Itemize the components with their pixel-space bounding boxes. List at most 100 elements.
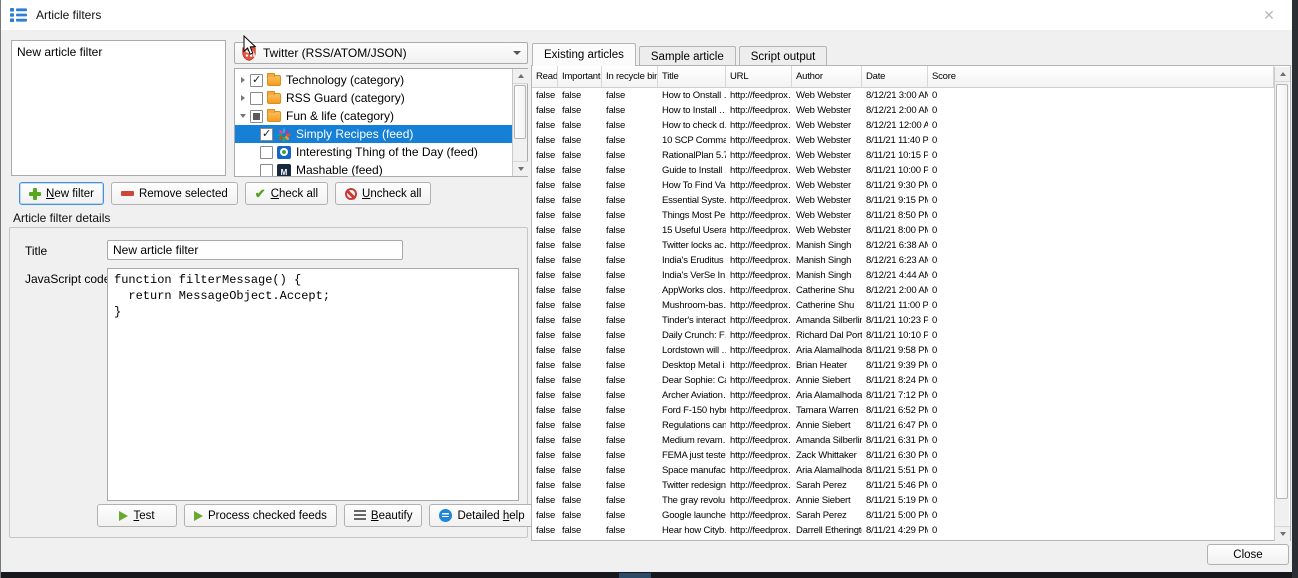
article-row[interactable]: falsefalsefalseHow to check d…http://fee… <box>532 118 1274 133</box>
scrollbar-thumb[interactable] <box>1276 84 1288 499</box>
article-row[interactable]: falsefalsefalseGoogle launche…http://fee… <box>532 508 1274 523</box>
column-header-in-recycle-bin[interactable]: In recycle bin <box>602 66 658 87</box>
column-header-url[interactable]: URL <box>726 66 792 87</box>
article-row[interactable]: falsefalsefalseMedium revam…http://feedp… <box>532 433 1274 448</box>
tree-scrollbar[interactable] <box>512 69 527 176</box>
cell-read: false <box>532 103 558 118</box>
article-row[interactable]: falsefalsefalseTwitter redesign…http://f… <box>532 478 1274 493</box>
cell-title: Twitter redesign… <box>658 478 726 493</box>
cell-important: false <box>558 208 602 223</box>
checkbox[interactable] <box>250 110 263 123</box>
new-filter-label: New filter <box>46 188 94 200</box>
checkbox[interactable] <box>250 74 263 87</box>
article-row[interactable]: falsefalsefalseFEMA just teste…http://fe… <box>532 448 1274 463</box>
scroll-up-icon[interactable] <box>1275 67 1290 82</box>
checkbox[interactable] <box>260 146 273 159</box>
checkbox[interactable] <box>250 92 263 105</box>
article-row[interactable]: falsefalsefalseThings Most Pe…http://fee… <box>532 208 1274 223</box>
table-scrollbar[interactable] <box>1274 67 1289 541</box>
scrollbar-thumb[interactable] <box>514 85 526 139</box>
expander-icon[interactable] <box>237 110 249 122</box>
js-code-editor[interactable]: function filterMessage() { return Messag… <box>107 268 519 501</box>
folder-icon <box>267 93 281 104</box>
expander-icon[interactable] <box>237 92 249 104</box>
cell-score: 0 <box>928 463 1274 478</box>
article-filters-icon <box>10 7 27 23</box>
article-row[interactable]: falsefalsefalseHow To Find Va…http://fee… <box>532 178 1274 193</box>
column-header-date[interactable]: Date <box>862 66 928 87</box>
tab-sample-article[interactable]: Sample article <box>639 46 736 66</box>
tree-item-fun-and-life[interactable]: Fun & life (category) <box>235 107 514 125</box>
close-button[interactable]: Close <box>1207 544 1289 565</box>
title-input[interactable] <box>107 240 403 260</box>
cell-author: Web Webster <box>792 223 862 238</box>
tree-item-simply-recipes[interactable]: Simply Recipes (feed) <box>235 125 514 143</box>
scroll-down-icon[interactable] <box>1275 526 1290 541</box>
column-header-score[interactable]: Score <box>928 66 1274 87</box>
column-header-read[interactable]: Read <box>532 66 558 87</box>
article-row[interactable]: falsefalsefalseAppWorks clos…http://feed… <box>532 283 1274 298</box>
account-dropdown[interactable]: Twitter (RSS/ATOM/JSON) <box>234 42 528 64</box>
checkbox[interactable] <box>260 164 273 177</box>
cell-read: false <box>532 523 558 538</box>
cell-read: false <box>532 178 558 193</box>
article-row[interactable]: falsefalsefalseTwitter locks ac…http://f… <box>532 238 1274 253</box>
tree-item-rss-guard[interactable]: RSS Guard (category) <box>235 89 514 107</box>
article-row[interactable]: falsefalsefalseDear Sophie: Ca…http://fe… <box>532 373 1274 388</box>
article-row[interactable]: falsefalsefalseHow to Install …http://fe… <box>532 103 1274 118</box>
process-checked-feeds-button[interactable]: Process checked feeds <box>184 504 337 527</box>
tab-script-output[interactable]: Script output <box>739 46 828 66</box>
cell-title: Daily Crunch: F… <box>658 328 726 343</box>
column-header-title[interactable]: Title <box>658 66 726 87</box>
article-row[interactable]: falsefalsefalseHow to Onstall …http://fe… <box>532 88 1274 103</box>
article-row[interactable]: falsefalsefalseSpace manufac…http://feed… <box>532 463 1274 478</box>
checkbox[interactable] <box>260 128 273 141</box>
article-row[interactable]: falsefalsefalseDesktop Metal i…http://fe… <box>532 358 1274 373</box>
cell-url: http://feedprox… <box>726 283 792 298</box>
article-row[interactable]: falsefalsefalse10 SCP Comma…http://feedp… <box>532 133 1274 148</box>
expander-icon[interactable] <box>237 74 249 86</box>
cell-url: http://feedprox… <box>726 403 792 418</box>
new-filter-button[interactable]: New filter <box>19 182 104 205</box>
tab-existing-articles[interactable]: Existing articles <box>532 43 636 66</box>
cell-in-recycle-bin: false <box>602 253 658 268</box>
article-row[interactable]: falsefalsefalseThe gray revolu…http://fe… <box>532 493 1274 508</box>
mashable-icon: M <box>277 164 291 177</box>
column-header-author[interactable]: Author <box>792 66 862 87</box>
article-row[interactable]: falsefalsefalseFord F-150 hybr…http://fe… <box>532 403 1274 418</box>
article-row[interactable]: falsefalsefalseMushroom-bas…http://feedp… <box>532 298 1274 313</box>
article-row[interactable]: falsefalsefalseGuide to Install …http://… <box>532 163 1274 178</box>
tree-item-interesting-thing[interactable]: Interesting Thing of the Day (feed) <box>235 143 514 161</box>
article-row[interactable]: falsefalsefalse15 Useful Usera…http://fe… <box>532 223 1274 238</box>
remove-selected-button[interactable]: Remove selected <box>111 182 238 205</box>
article-row[interactable]: falsefalsefalseArcher Aviation…http://fe… <box>532 388 1274 403</box>
filter-list[interactable]: New article filter <box>11 40 226 176</box>
article-row[interactable]: falsefalsefalseIndia's Eruditus …http://… <box>532 253 1274 268</box>
cell-date: 8/11/21 7:12 PM <box>862 388 928 403</box>
article-row[interactable]: falsefalsefalseHear how Cityb…http://fee… <box>532 523 1274 538</box>
article-row[interactable]: falsefalsefalseEssential Syste…http://fe… <box>532 193 1274 208</box>
cell-date: 8/12/21 2:00 AM <box>862 103 928 118</box>
scroll-down-icon[interactable] <box>513 161 528 176</box>
cell-important: false <box>558 373 602 388</box>
article-row[interactable]: falsefalsefalseLordstown will …http://fe… <box>532 343 1274 358</box>
cell-author: Web Webster <box>792 88 862 103</box>
filter-list-item[interactable]: New article filter <box>17 44 220 60</box>
test-button[interactable]: Test <box>97 504 177 527</box>
tree-item-technology[interactable]: Technology (category) <box>235 71 514 89</box>
uncheck-all-button[interactable]: Uncheck all <box>335 182 431 205</box>
article-row[interactable]: falsefalsefalseTinder's interact…http://… <box>532 313 1274 328</box>
article-row[interactable]: falsefalsefalseRegulations can…http://fe… <box>532 418 1274 433</box>
scroll-up-icon[interactable] <box>513 69 528 84</box>
check-all-button[interactable]: ✔ Check all <box>245 182 328 205</box>
article-row[interactable]: falsefalsefalseRationalPlan 5.7…http://f… <box>532 148 1274 163</box>
tree-item-mashable[interactable]: M Mashable (feed) <box>235 161 514 177</box>
column-header-important[interactable]: Important <box>558 66 602 87</box>
cell-read: false <box>532 313 558 328</box>
cell-read: false <box>532 388 558 403</box>
beautify-button[interactable]: Beautify <box>344 504 423 527</box>
detailed-help-button[interactable]: Detailed help <box>429 504 534 527</box>
article-row[interactable]: falsefalsefalseDaily Crunch: F…http://fe… <box>532 328 1274 343</box>
window-close-icon[interactable]: ✕ <box>1256 3 1282 27</box>
article-row[interactable]: falsefalsefalseIndia's VerSe In…http://f… <box>532 268 1274 283</box>
